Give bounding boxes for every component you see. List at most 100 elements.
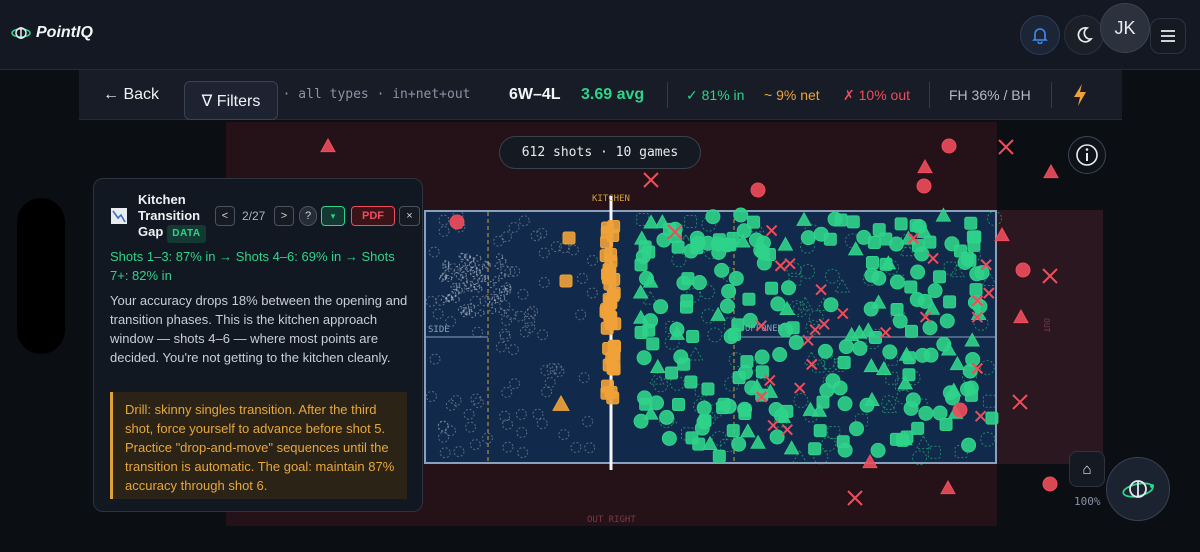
- shot-marker: [728, 270, 744, 286]
- shot-marker: [852, 340, 868, 356]
- shot-marker: [642, 245, 656, 259]
- shot-out-marker: [974, 410, 987, 422]
- shot-marker: [536, 227, 548, 239]
- shot-marker: [584, 442, 596, 454]
- shot-marker: [1042, 476, 1058, 492]
- shot-marker: [536, 418, 548, 430]
- shot-marker: [517, 447, 529, 459]
- shot-marker: [881, 398, 897, 413]
- shot-marker: [716, 401, 730, 415]
- shot-out-marker: [815, 283, 827, 296]
- shot-marker: [438, 225, 450, 237]
- shot-marker: [797, 296, 813, 311]
- shot-marker: [600, 235, 614, 249]
- shot-marker: [980, 431, 996, 447]
- shot-out-marker: [774, 260, 787, 272]
- shot-marker: [559, 274, 573, 288]
- shot-marker: [769, 429, 785, 445]
- shot-marker: [788, 300, 804, 316]
- shot-marker: [517, 288, 529, 300]
- shot-marker: [888, 236, 904, 252]
- shot-marker: [918, 405, 934, 421]
- shot-marker: [425, 391, 437, 403]
- shot-marker: [750, 182, 766, 198]
- home-button[interactable]: ⌂: [1069, 451, 1105, 487]
- shot-marker: [719, 298, 735, 314]
- shot-marker: [439, 447, 451, 459]
- shot-marker: [661, 430, 677, 446]
- shot-marker: [882, 344, 898, 360]
- shot-marker: [982, 394, 996, 408]
- shot-marker: [472, 397, 484, 409]
- shot-marker: [432, 308, 444, 320]
- shot-marker: [943, 295, 957, 309]
- shot-marker: [470, 295, 482, 307]
- shot-marker: [690, 235, 706, 251]
- shot-marker: [750, 434, 766, 449]
- shot-marker: [808, 310, 824, 326]
- shot-marker: [582, 415, 594, 427]
- shot-marker: [636, 350, 652, 366]
- shot-marker: [438, 214, 450, 226]
- shot-marker: [940, 479, 956, 495]
- shot-marker: [994, 226, 1010, 242]
- shot-marker: [1015, 262, 1031, 278]
- shot-marker: [788, 335, 804, 351]
- shot-marker: [546, 362, 558, 374]
- shot-marker: [686, 330, 700, 344]
- shot-marker: [684, 214, 698, 228]
- shot-marker: [872, 223, 886, 237]
- chart-decline-icon: [111, 208, 127, 224]
- shot-marker: [772, 347, 788, 363]
- shot-marker: [754, 349, 770, 365]
- shot-marker: [677, 357, 691, 371]
- close-button[interactable]: ×: [399, 206, 420, 226]
- shot-marker: [679, 300, 693, 314]
- shot-marker: [985, 411, 999, 425]
- shot-marker: [781, 280, 797, 296]
- shot-marker: [518, 215, 530, 227]
- shot-marker: [755, 244, 771, 260]
- zoom-level: 100%: [1074, 495, 1101, 508]
- shot-marker: [492, 276, 500, 284]
- shot-marker: [653, 299, 669, 315]
- shot-marker: [646, 337, 660, 351]
- shot-marker: [607, 220, 621, 234]
- shot-marker: [465, 421, 477, 433]
- shot-marker: [460, 265, 468, 273]
- shot-marker: [894, 217, 908, 231]
- shot-marker: [892, 313, 908, 329]
- shot-marker: [599, 305, 613, 319]
- shot-marker: [863, 358, 880, 373]
- shot-marker: [737, 401, 753, 417]
- shot-marker: [553, 366, 565, 378]
- shot-out-marker: [818, 318, 830, 330]
- next-insight-button[interactable]: >: [274, 206, 294, 226]
- info-button[interactable]: [1068, 136, 1106, 174]
- shot-marker: [821, 436, 837, 452]
- shot-marker: [902, 351, 916, 365]
- pointiq-fab-button[interactable]: [1106, 457, 1170, 521]
- shot-marker: [923, 347, 939, 363]
- shot-out-marker: [998, 139, 1014, 155]
- shot-marker: [912, 450, 928, 466]
- shot-marker: [429, 353, 441, 365]
- help-button[interactable]: ?: [299, 206, 317, 226]
- shot-marker: [837, 396, 853, 412]
- shot-marker: [489, 306, 497, 314]
- pdf-button[interactable]: PDF: [351, 206, 395, 226]
- prev-insight-button[interactable]: <: [215, 206, 235, 226]
- shot-marker: [498, 308, 506, 316]
- shot-marker: [671, 240, 685, 254]
- shot-marker: [524, 308, 536, 320]
- shot-markers: [320, 137, 1059, 506]
- shot-marker: [783, 440, 800, 455]
- shot-marker: [1013, 308, 1029, 324]
- shot-marker: [691, 275, 707, 291]
- shot-marker: [532, 408, 544, 420]
- shot-marker: [477, 309, 485, 317]
- out-label: OUT: [1042, 318, 1051, 333]
- expand-button[interactable]: ▾: [321, 206, 345, 226]
- shot-marker: [515, 408, 527, 420]
- shot-summary-pill: 612 shots · 10 games: [499, 136, 701, 169]
